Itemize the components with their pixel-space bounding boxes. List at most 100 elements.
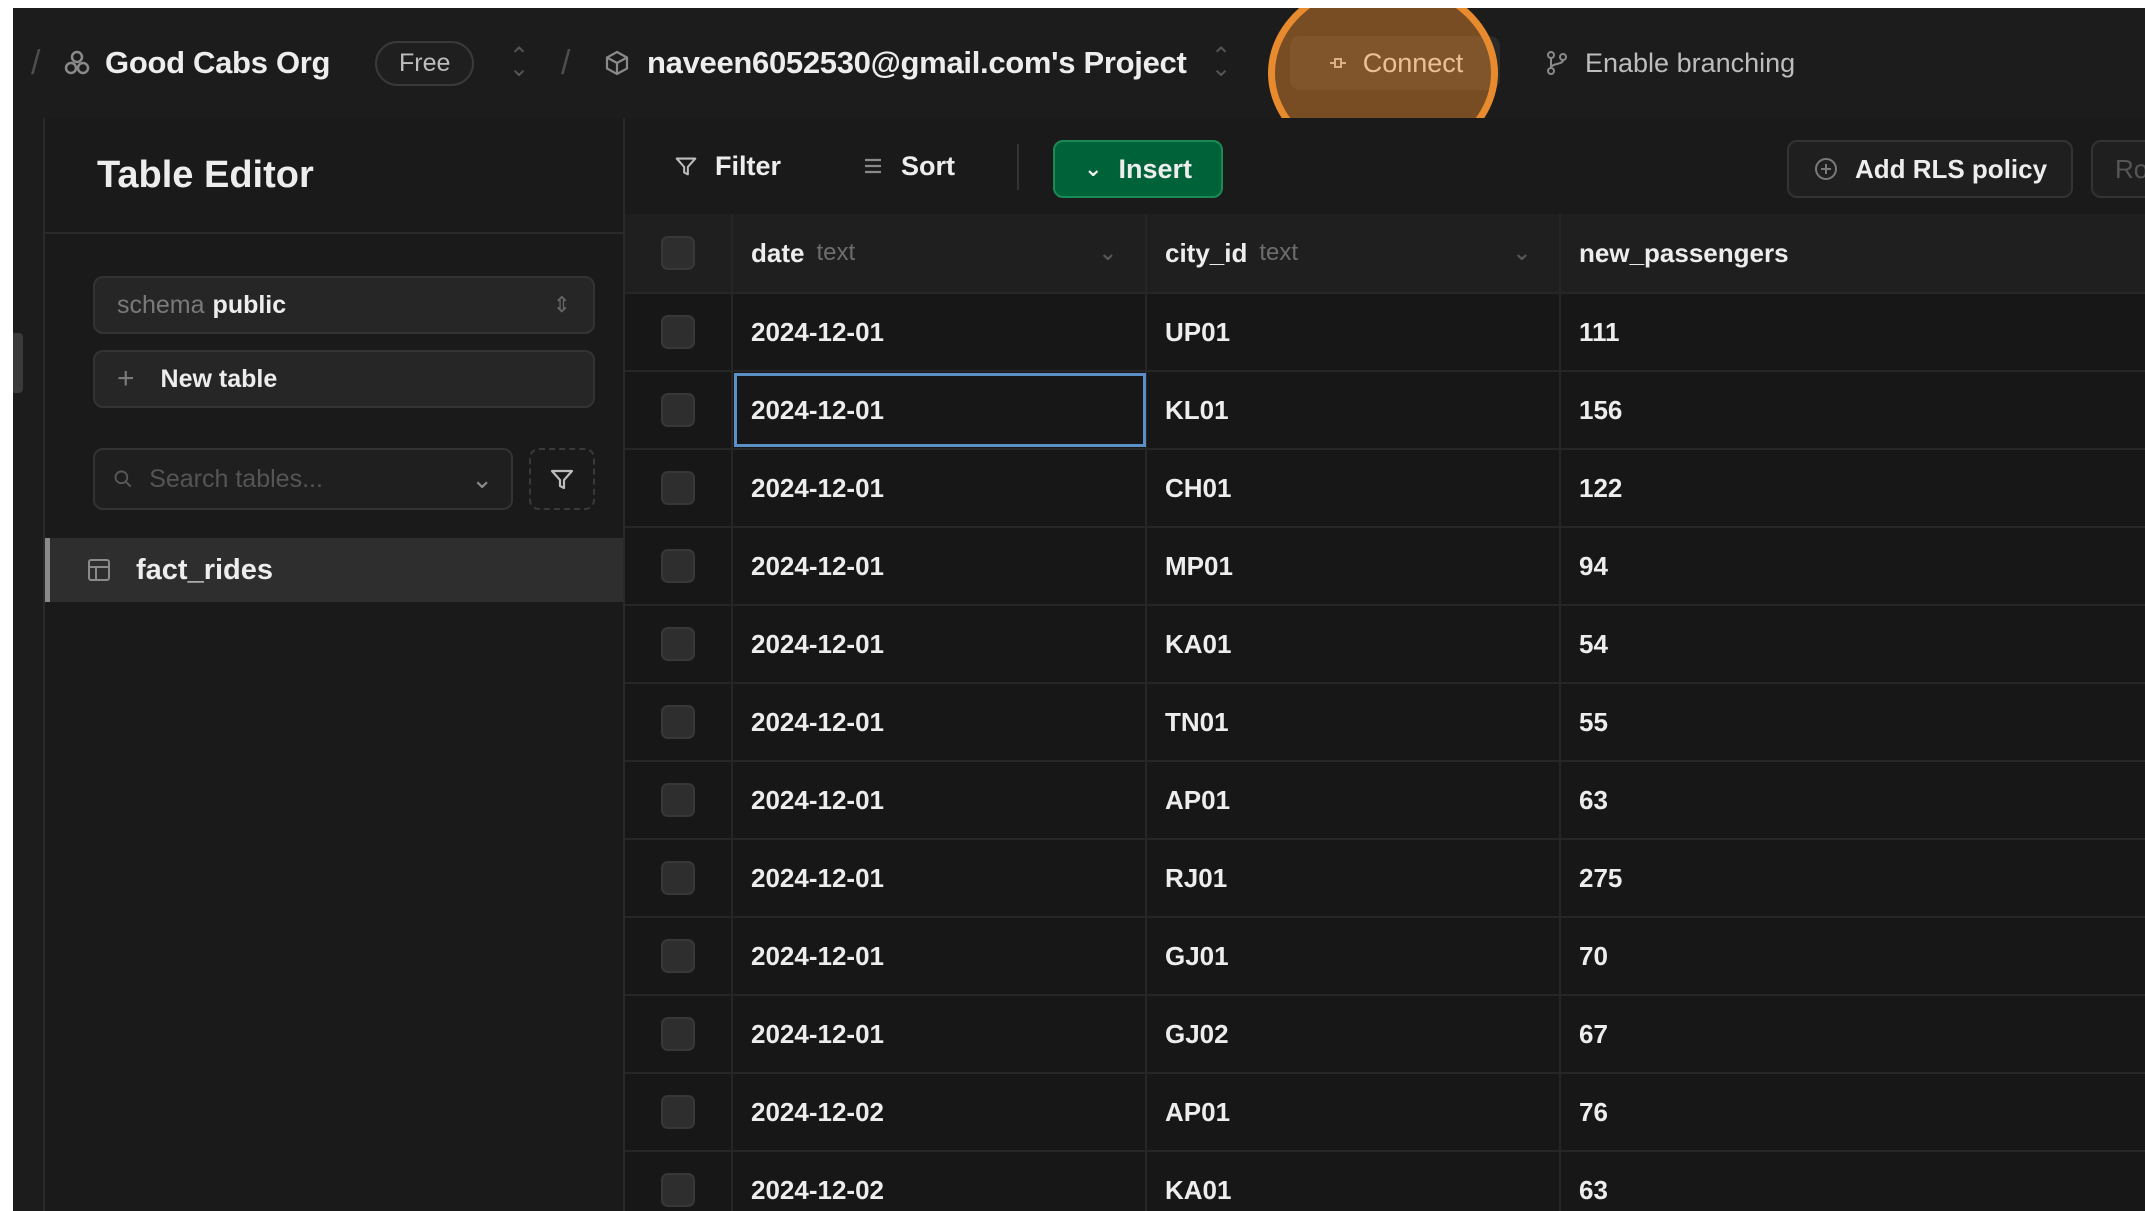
plan-badge-wrap: Free [375, 8, 475, 118]
city-id-cell[interactable]: CH01 [1147, 450, 1561, 526]
insert-button[interactable]: ⌄ Insert [1053, 140, 1223, 198]
table-row[interactable]: 2024-12-01 TN01 55 [625, 684, 2145, 762]
city-id-cell[interactable]: MP01 [1147, 528, 1561, 604]
new-passengers-cell[interactable]: 67 [1561, 996, 2145, 1072]
new-passengers-cell[interactable]: 76 [1561, 1074, 2145, 1150]
row-checkbox[interactable] [661, 393, 695, 427]
filter-icon [550, 469, 574, 490]
branching-label: Enable branching [1585, 47, 1796, 78]
table-row[interactable]: 2024-12-02 KA01 63 [625, 1152, 2145, 1211]
row-checkbox[interactable] [661, 315, 695, 349]
date-cell[interactable]: 2024-12-01 [733, 372, 1147, 448]
filter-label: Filter [715, 150, 782, 181]
city-id-cell[interactable]: UP01 [1147, 294, 1561, 370]
search-tables-input[interactable] [147, 463, 472, 495]
table-row[interactable]: 2024-12-01 UP01 111 [625, 294, 2145, 372]
breadcrumb-slash: / [31, 43, 41, 82]
new-passengers-cell[interactable]: 94 [1561, 528, 2145, 604]
new-passengers-cell[interactable]: 54 [1561, 606, 2145, 682]
project-name: naveen6052530@gmail.com's Project [647, 45, 1187, 80]
table-row[interactable]: 2024-12-01 KA01 54 [625, 606, 2145, 684]
role-button[interactable]: Role [2091, 140, 2145, 198]
sidebar-item-fact-rides[interactable]: fact_rides [45, 538, 623, 602]
table-row[interactable]: 2024-12-01 AP01 63 [625, 762, 2145, 840]
org-switcher-icon[interactable]: ⌃ ⌄ [509, 8, 529, 118]
table-row[interactable]: 2024-12-01 MP01 94 [625, 528, 2145, 606]
new-passengers-cell[interactable]: 122 [1561, 450, 2145, 526]
row-select-cell [625, 840, 733, 916]
new-passengers-cell[interactable]: 55 [1561, 684, 2145, 760]
project-breadcrumb[interactable]: naveen6052530@gmail.com's Project [603, 8, 1187, 118]
row-checkbox[interactable] [661, 549, 695, 583]
column-header-date[interactable]: date text ⌄ [733, 214, 1147, 292]
row-checkbox[interactable] [661, 471, 695, 505]
row-checkbox[interactable] [661, 1017, 695, 1051]
row-select-cell [625, 1074, 733, 1150]
table-row[interactable]: 2024-12-01 KL01 156 [625, 372, 2145, 450]
new-table-button[interactable]: + New table [93, 350, 595, 408]
city-id-cell[interactable]: GJ02 [1147, 996, 1561, 1072]
date-cell[interactable]: 2024-12-01 [733, 450, 1147, 526]
date-cell[interactable]: 2024-12-01 [733, 684, 1147, 760]
date-cell[interactable]: 2024-12-01 [733, 606, 1147, 682]
rail-active-indicator[interactable] [13, 333, 23, 393]
row-select-cell [625, 762, 733, 838]
table-row[interactable]: 2024-12-01 GJ02 67 [625, 996, 2145, 1074]
project-switcher-icon[interactable]: ⌃ ⌄ [1211, 8, 1231, 118]
column-header-new-passengers[interactable]: new_passengers [1561, 214, 2145, 292]
row-checkbox[interactable] [661, 861, 695, 895]
filter-tables-button[interactable] [529, 448, 595, 510]
chevron-down-icon: ⌄ [1084, 156, 1103, 181]
table-row[interactable]: 2024-12-01 CH01 122 [625, 450, 2145, 528]
new-passengers-cell[interactable]: 63 [1561, 762, 2145, 838]
date-cell[interactable]: 2024-12-01 [733, 918, 1147, 994]
date-cell[interactable]: 2024-12-01 [733, 762, 1147, 838]
new-passengers-cell[interactable]: 156 [1561, 372, 2145, 448]
search-tables-field[interactable]: ⌄ [93, 448, 513, 510]
table-row[interactable]: 2024-12-01 RJ01 275 [625, 840, 2145, 918]
city-id-cell[interactable]: RJ01 [1147, 840, 1561, 916]
table-row[interactable]: 2024-12-02 AP01 76 [625, 1074, 2145, 1152]
row-checkbox[interactable] [661, 939, 695, 973]
org-breadcrumb[interactable]: Good Cabs Org [63, 8, 330, 118]
enable-branching-button[interactable]: Enable branching [1543, 8, 1795, 118]
date-cell[interactable]: 2024-12-01 [733, 840, 1147, 916]
city-id-cell[interactable]: AP01 [1147, 1074, 1561, 1150]
city-id-cell[interactable]: KA01 [1147, 606, 1561, 682]
city-id-cell[interactable]: KL01 [1147, 372, 1561, 448]
table-row[interactable]: 2024-12-01 GJ01 70 [625, 918, 2145, 996]
row-select-cell [625, 294, 733, 370]
new-passengers-cell[interactable]: 275 [1561, 840, 2145, 916]
date-cell[interactable]: 2024-12-02 [733, 1152, 1147, 1211]
column-header-city-id[interactable]: city_id text ⌄ [1147, 214, 1561, 292]
row-checkbox[interactable] [661, 1095, 695, 1129]
city-id-cell[interactable]: GJ01 [1147, 918, 1561, 994]
row-checkbox[interactable] [661, 627, 695, 661]
city-id-cell[interactable]: KA01 [1147, 1152, 1561, 1211]
filter-button[interactable]: Filter [673, 118, 781, 214]
date-cell[interactable]: 2024-12-01 [733, 294, 1147, 370]
add-rls-policy-button[interactable]: Add RLS policy [1787, 140, 2073, 198]
new-passengers-cell[interactable]: 111 [1561, 294, 2145, 370]
chevron-down-icon[interactable]: ⌄ [1513, 240, 1531, 266]
grid-header-row: date text ⌄ city_id text ⌄ new_passenger… [625, 214, 2145, 294]
city-id-cell[interactable]: TN01 [1147, 684, 1561, 760]
date-cell[interactable]: 2024-12-01 [733, 528, 1147, 604]
select-all-checkbox[interactable] [661, 236, 695, 270]
date-cell[interactable]: 2024-12-01 [733, 996, 1147, 1072]
row-checkbox[interactable] [661, 1173, 695, 1207]
row-checkbox[interactable] [661, 705, 695, 739]
role-label: Role [2115, 153, 2145, 184]
double-chevron-down-icon[interactable]: ⌄ [471, 464, 493, 495]
row-select-cell [625, 684, 733, 760]
row-select-cell [625, 450, 733, 526]
city-id-cell[interactable]: AP01 [1147, 762, 1561, 838]
schema-selector[interactable]: schema public ⇕ [93, 276, 595, 334]
new-passengers-cell[interactable]: 63 [1561, 1152, 2145, 1211]
new-passengers-cell[interactable]: 70 [1561, 918, 2145, 994]
row-checkbox[interactable] [661, 783, 695, 817]
chevron-down-icon[interactable]: ⌄ [1099, 240, 1117, 266]
sort-button[interactable]: Sort [861, 118, 955, 214]
date-cell[interactable]: 2024-12-02 [733, 1074, 1147, 1150]
top-bar: / Good Cabs Org Free ⌃ ⌄ / naveen6052530@… [13, 8, 2145, 168]
